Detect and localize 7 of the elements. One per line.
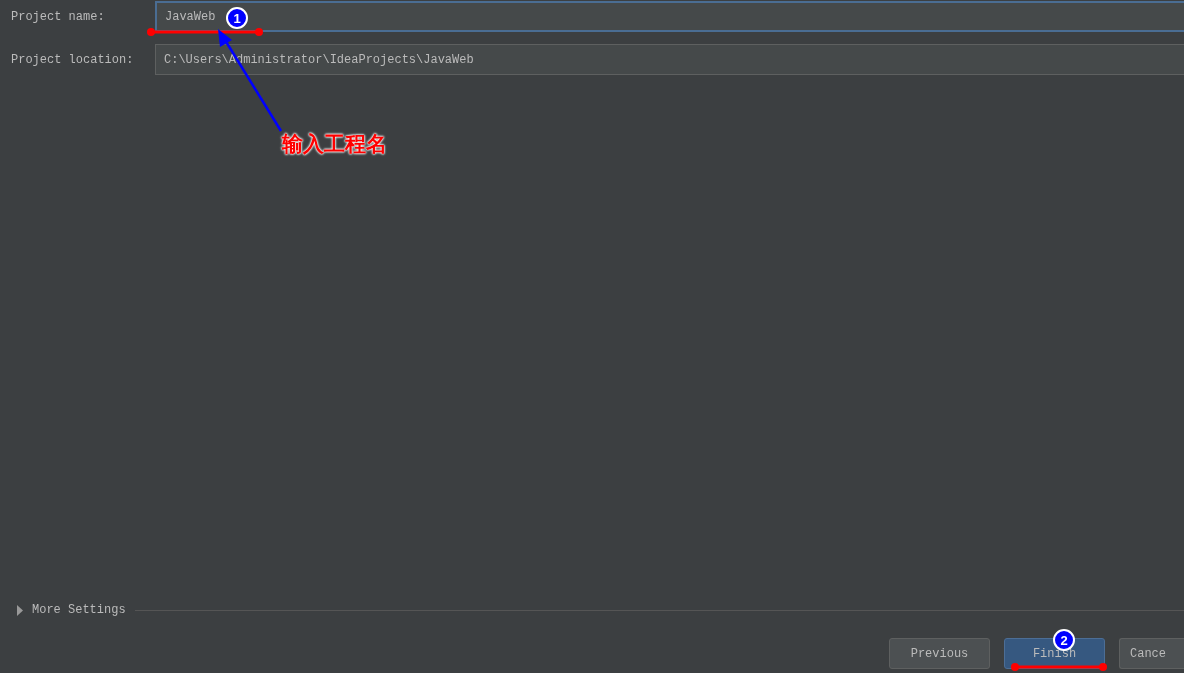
annotation-note: 输入工程名 xyxy=(282,131,387,158)
expand-icon[interactable] xyxy=(17,604,24,616)
field-label: Project name: xyxy=(11,8,106,26)
dialog-button[interactable]: Cance xyxy=(1119,638,1184,669)
field-label: Project location: xyxy=(11,51,135,69)
more-settings-label[interactable]: More Settings xyxy=(32,601,126,619)
dialog-button[interactable]: Previous xyxy=(889,638,990,669)
